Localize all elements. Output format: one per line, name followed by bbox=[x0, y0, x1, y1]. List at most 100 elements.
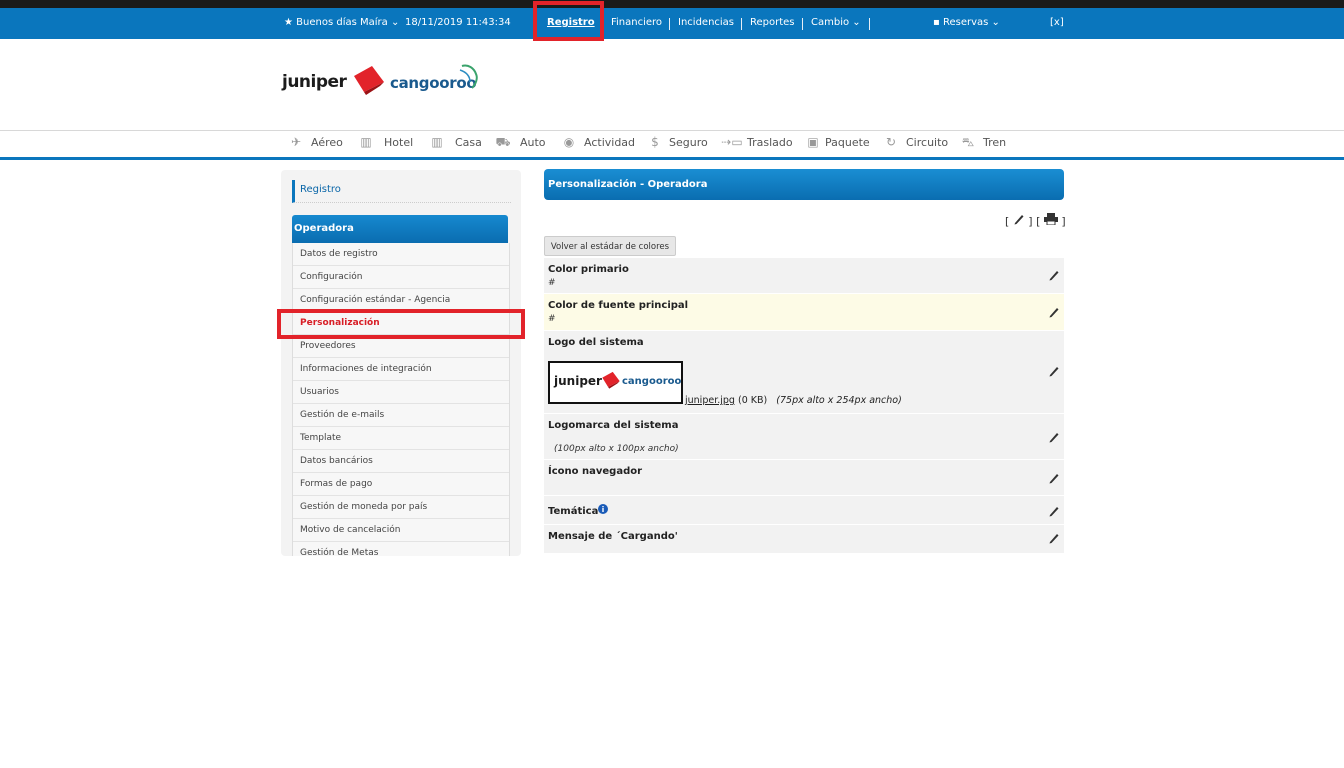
dollar-icon: $ bbox=[651, 135, 659, 149]
row-browser-icon: Ícono navegador bbox=[544, 460, 1064, 495]
edit-icon[interactable] bbox=[1048, 364, 1060, 378]
system-logo-file-size: (0 KB) bbox=[737, 395, 768, 406]
transfer-icon: ⇢▭ bbox=[721, 135, 743, 149]
nav-paquete[interactable]: Paquete bbox=[825, 136, 870, 149]
edit-icon[interactable] bbox=[1048, 471, 1060, 485]
brand-cangooroo: cangooroo bbox=[622, 376, 682, 387]
reservas-menu[interactable]: ▪ Reservas ⌄ bbox=[933, 17, 1000, 28]
reservas-label: Reservas bbox=[942, 17, 989, 28]
nav-auto[interactable]: Auto bbox=[520, 136, 546, 149]
primary-color-label: Color primario bbox=[548, 264, 629, 275]
page-title-bar: Personalización - Operadora bbox=[544, 169, 1064, 200]
divider bbox=[869, 18, 870, 30]
brand-juniper: juniper bbox=[554, 374, 602, 388]
sidebar-item-gestion-metas[interactable]: Gestión de Metas bbox=[293, 542, 509, 556]
juniper-diamond-icon bbox=[354, 66, 384, 95]
edit-icon[interactable] bbox=[1048, 305, 1060, 319]
brand-logo[interactable]: juniper cangooroo bbox=[282, 60, 502, 110]
bookmark-icon: ▪ bbox=[933, 17, 940, 28]
edit-icon[interactable] bbox=[1048, 430, 1060, 444]
divider bbox=[741, 18, 742, 30]
car-icon: ⛟ bbox=[495, 135, 511, 149]
print-icon[interactable] bbox=[1043, 213, 1058, 226]
nav-actividad[interactable]: Actividad bbox=[584, 136, 635, 149]
sidebar-item-informaciones-integracion[interactable]: Informaciones de integración bbox=[293, 358, 509, 381]
edit-icon[interactable] bbox=[1048, 268, 1060, 282]
browser-icon-label: Ícono navegador bbox=[548, 466, 643, 477]
system-logo-preview[interactable]: juniper cangooroo bbox=[548, 361, 683, 404]
nav-casa[interactable]: Casa bbox=[455, 136, 482, 149]
menu-cambio[interactable]: Cambio ⌄ bbox=[811, 17, 861, 28]
nav-circuito[interactable]: Circuito bbox=[906, 136, 948, 149]
sidebar-item-usuarios[interactable]: Usuarios bbox=[293, 381, 509, 404]
sidebar-item-datos-de-registro[interactable]: Datos de registro bbox=[293, 243, 509, 266]
nav-traslado[interactable]: Traslado bbox=[747, 136, 793, 149]
highlight-box-personalizacion bbox=[277, 309, 525, 339]
juniper-diamond-icon bbox=[602, 371, 620, 389]
row-system-logo: Logo del sistema juniper cangooroo junip… bbox=[544, 331, 1064, 413]
sidebar-item-template[interactable]: Template bbox=[293, 427, 509, 450]
logomark-dims: (100px alto x 100px ancho) bbox=[554, 444, 679, 454]
theme-label: Temática bbox=[548, 506, 599, 517]
primary-color-value: # bbox=[548, 278, 556, 288]
menu-reportes[interactable]: Reportes bbox=[750, 17, 795, 28]
sidebar-item-datos-bancarios[interactable]: Datos bancários bbox=[293, 450, 509, 473]
house-icon: ▥ bbox=[431, 135, 443, 149]
nav-tren[interactable]: Tren bbox=[983, 136, 1006, 149]
activity-icon: ◉ bbox=[563, 135, 575, 149]
top-bar: ★ Buenos días Maíra ⌄ 18/11/2019 11:43:3… bbox=[0, 0, 1344, 39]
brand-juniper: juniper bbox=[282, 72, 347, 92]
info-icon[interactable] bbox=[598, 504, 608, 514]
sidebar-item-gestion-emails[interactable]: Gestión de e-mails bbox=[293, 404, 509, 427]
font-color-value: # bbox=[548, 314, 556, 324]
menu-financiero[interactable]: Financiero bbox=[611, 17, 662, 28]
chevron-down-icon: ⌄ bbox=[852, 17, 861, 28]
chevron-down-icon: ⌄ bbox=[991, 17, 1000, 28]
toolbar: [ ] [ ] bbox=[1005, 213, 1066, 228]
sidebar-header-label: Operadora bbox=[294, 223, 354, 234]
product-nav: ✈ Aéreo ▥ Hotel ▥ Casa ⛟ Auto ◉ Activida… bbox=[0, 130, 1344, 160]
nav-hotel[interactable]: Hotel bbox=[384, 136, 413, 149]
sidebar-item-gestion-moneda[interactable]: Gestión de moneda por país bbox=[293, 496, 509, 519]
nav-aereo[interactable]: Aéreo bbox=[311, 136, 343, 149]
menu-cambio-label: Cambio bbox=[811, 17, 850, 28]
sidebar-section-registro[interactable]: Registro bbox=[292, 180, 511, 203]
datetime: 18/11/2019 11:43:34 bbox=[405, 17, 511, 28]
greeting-text: Buenos días Maíra bbox=[296, 17, 388, 28]
loading-message-label: Mensaje de ´Cargando' bbox=[548, 531, 678, 542]
row-loading-message: Mensaje de ´Cargando' bbox=[544, 525, 1064, 553]
sidebar-item-configuracion[interactable]: Configuración bbox=[293, 266, 509, 289]
divider bbox=[669, 18, 670, 30]
kangaroo-icon bbox=[459, 64, 478, 89]
nav-seguro[interactable]: Seguro bbox=[669, 136, 708, 149]
sidebar-list: Datos de registro Configuración Configur… bbox=[292, 243, 510, 556]
sidebar-item-motivo-cancelacion[interactable]: Motivo de cancelación bbox=[293, 519, 509, 542]
sidebar: Registro Operadora Datos de registro Con… bbox=[281, 170, 521, 556]
plane-icon: ✈ bbox=[290, 135, 302, 149]
row-logomark: Logomarca del sistema (100px alto x 100p… bbox=[544, 414, 1064, 459]
row-primary-color: Color primario # bbox=[544, 258, 1064, 293]
chevron-down-icon: ⌄ bbox=[390, 17, 400, 28]
sidebar-header-operadora[interactable]: Operadora bbox=[292, 215, 508, 243]
system-logo-file-link[interactable]: juniper.jpg bbox=[685, 395, 735, 406]
sidebar-section-label: Registro bbox=[300, 184, 341, 195]
page-title: Personalización - Operadora bbox=[548, 179, 708, 190]
edit-icon[interactable] bbox=[1048, 531, 1060, 545]
font-color-label: Color de fuente principal bbox=[548, 300, 689, 311]
row-theme: Temática bbox=[544, 496, 1064, 524]
sidebar-item-formas-de-pago[interactable]: Formas de pago bbox=[293, 473, 509, 496]
logomark-label: Logomarca del sistema bbox=[548, 420, 679, 431]
menu-incidencias[interactable]: Incidencias bbox=[678, 17, 734, 28]
greeting-menu[interactable]: ★ Buenos días Maíra ⌄ bbox=[284, 17, 399, 28]
reset-colors-button[interactable]: Volver al estádar de colores bbox=[544, 236, 676, 256]
hotel-icon: ▥ bbox=[360, 135, 372, 149]
system-logo-dims: (75px alto x 254px ancho) bbox=[776, 395, 902, 406]
edit-icon[interactable] bbox=[1013, 213, 1025, 225]
highlight-box-registro bbox=[533, 1, 604, 41]
suitcase-icon: ▣ bbox=[807, 135, 819, 149]
edit-icon[interactable] bbox=[1048, 504, 1060, 518]
train-icon: ⛍ bbox=[961, 135, 975, 149]
row-font-color: Color de fuente principal # bbox=[544, 294, 1064, 330]
system-logo-file-info: juniper.jpg (0 KB) (75px alto x 254px an… bbox=[685, 395, 902, 406]
close-button[interactable]: [x] bbox=[1050, 17, 1064, 28]
